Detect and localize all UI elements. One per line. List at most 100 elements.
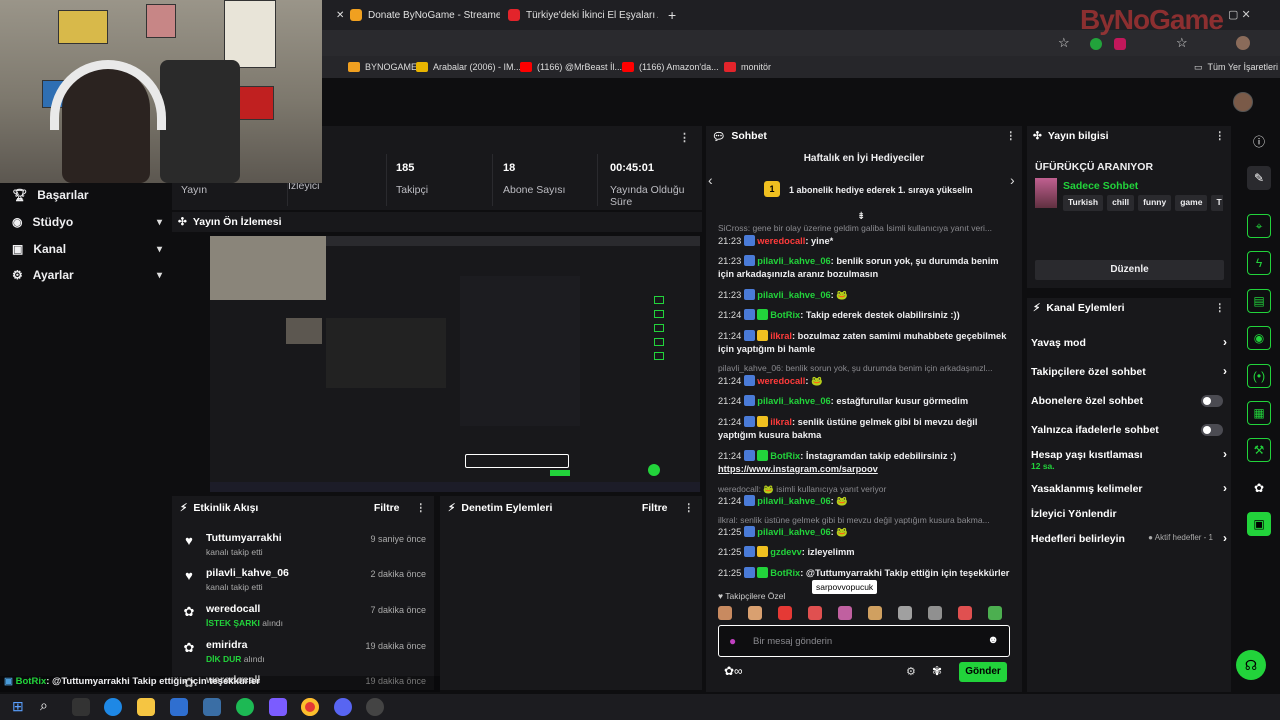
support-headset-icon[interactable]: ☊ [1236,650,1266,680]
note-icon[interactable]: ▤ [1247,289,1271,313]
edit-button[interactable]: Düzenle [1035,260,1224,280]
chat-username[interactable]: BotRix [770,451,800,461]
windows-start-icon[interactable]: ⊞ [12,698,24,715]
emote-icon[interactable] [778,606,792,620]
moderator-icon[interactable]: ▣ [1247,512,1271,536]
chat-username[interactable]: weredocall [757,376,805,386]
stream-tag[interactable]: game [1175,195,1208,211]
emote-icon[interactable] [718,606,732,620]
bookmark-item[interactable]: Arabalar (2006) - IM... [416,56,521,78]
moderation-filter-button[interactable]: Filtre [642,502,668,514]
emote-icon[interactable] [898,606,912,620]
obs-icon[interactable] [366,698,384,716]
pencil-icon[interactable]: ✎ [1247,166,1271,190]
emote-icon[interactable] [838,606,852,620]
stream-tag[interactable]: Turkish [1063,195,1104,211]
more-options-icon[interactable]: ⋮ [416,502,427,514]
channel-action-row[interactable]: Takipçilere özel sohbet › [1031,364,1227,378]
bookmark-item[interactable]: (1166) Amazon'da... [622,56,719,78]
all-bookmarks[interactable]: ▭ Tüm Yer İşaretleri [1194,56,1278,78]
app-icon[interactable] [269,698,287,716]
channel-action-row[interactable]: Abonelere özel sohbet [1031,395,1227,407]
window-controls[interactable]: ▢ ✕ [1228,8,1251,21]
more-options-icon[interactable]: ⋮ [684,502,695,514]
chat-link[interactable]: https://www.instagram.com/sarpoov [718,464,878,474]
chat-username[interactable]: BotRix [770,310,800,320]
channel-action-row[interactable]: Yalnızca ifadelerle sohbet [1031,424,1227,436]
chevron-right-icon[interactable]: › [1010,172,1015,188]
chat-input[interactable]: ● Bir mesaj gönderin ☻ [718,625,1010,657]
profile-avatar[interactable] [1236,36,1250,50]
toggle-switch[interactable] [1201,395,1223,407]
more-options-icon[interactable]: ⋮ [1006,130,1017,142]
emote-icon[interactable] [868,606,882,620]
stream-tag[interactable]: funny [1138,195,1172,211]
sidebar-item-studio[interactable]: ◉ Stüdyo ▾ [12,215,162,229]
activity-filter-button[interactable]: Filtre [374,502,400,514]
chat-username[interactable]: pilavli_kahve_06 [757,396,830,406]
chat-username[interactable]: ilkral [770,331,792,341]
browser-tab-donate[interactable]: Donate ByNoGame - Streamer ✕ [342,4,500,26]
points-infinity-icon[interactable]: ✿∞ [724,664,743,678]
bookmark-item[interactable]: monitör [724,56,771,78]
emote-icon[interactable] [748,606,762,620]
chrome-icon[interactable] [301,698,319,716]
channel-action-row[interactable]: Hesap yaşı kısıtlaması 12 sa. › [1031,447,1227,471]
chat-username[interactable]: pilavli_kahve_06 [757,496,830,506]
emoji-icon[interactable]: ☻ [987,634,999,646]
send-button[interactable]: Gönder [959,662,1007,682]
more-options-icon[interactable]: ⋮ [1215,130,1226,142]
search-icon[interactable]: ⌕ [40,697,48,714]
more-options-icon[interactable]: ⋮ [1215,302,1226,314]
task-view-icon[interactable] [72,698,90,716]
points-icon[interactable]: ✿ [1247,476,1271,500]
stream-tag[interactable]: T [1211,195,1223,211]
spotify-icon[interactable] [236,698,254,716]
chat-username[interactable]: BotRix [770,568,800,578]
browser-tab-letgo[interactable]: Türkiye'deki İkinci El Eşyaları Al ✕ [500,4,658,26]
move-icon[interactable]: ✣ [1033,130,1042,142]
bolt-icon[interactable]: ϟ [1247,251,1271,275]
gift-icon[interactable]: ✾ [932,664,942,678]
discord-icon[interactable] [334,698,352,716]
layout-icon[interactable]: ▦ [1247,401,1271,425]
sidebar-item-channel[interactable]: ▣ Kanal ▾ [12,242,162,256]
file-explorer-icon[interactable] [137,698,155,716]
info-icon[interactable]: ⓘ [1247,129,1271,153]
more-options-icon[interactable]: ⋮ [679,131,690,144]
chevron-left-icon[interactable]: ‹ [708,172,713,188]
wrench-icon[interactable]: ⚒ [1247,438,1271,462]
emote-icon[interactable] [808,606,822,620]
store-icon[interactable] [203,698,221,716]
chat-username[interactable]: ilkral [770,417,792,427]
chat-username[interactable]: gzdevv [770,547,802,557]
chat-bubble-icon[interactable]: ◉ [1247,326,1271,350]
channel-action-row[interactable]: Hedefleri belirleyin ● Aktif hedefler - 1… [1031,531,1227,545]
bookmark-item[interactable]: (1166) @MrBeast İl... [520,56,622,78]
bookmark-item[interactable]: BYNOGAME [348,56,417,78]
microphone-icon[interactable]: ● [729,634,736,648]
chat-username[interactable]: pilavli_kahve_06 [757,256,830,266]
edge-icon[interactable] [104,698,122,716]
gear-icon[interactable]: ⚙ [906,665,916,678]
chat-username[interactable]: pilavli_kahve_06 [757,527,830,537]
pin-icon[interactable]: ⇟ [857,211,865,222]
star-icon[interactable]: ☆ [1058,35,1070,51]
user-avatar[interactable] [1233,92,1253,112]
target-icon[interactable]: ⌖ [1247,214,1271,238]
move-icon[interactable]: ✣ [178,216,187,228]
stream-tag[interactable]: chill [1107,195,1135,211]
sidebar-item-settings[interactable]: ⚙ Ayarlar ▾ [12,268,162,282]
chat-username[interactable]: weredocall [757,236,805,246]
outlook-icon[interactable] [170,698,188,716]
extension-icon[interactable] [1114,38,1126,50]
emote-icon[interactable] [928,606,942,620]
stream-preview[interactable] [210,236,700,492]
sidebar-item-achievements[interactable]: 🏆︎ Başarılar [12,188,162,202]
chat-username[interactable]: pilavli_kahve_06 [757,290,830,300]
broadcast-icon[interactable]: (•) [1247,364,1271,388]
channel-action-row[interactable]: İzleyici Yönlendir [1031,508,1227,520]
extension-icon[interactable] [1090,38,1102,50]
channel-action-row[interactable]: Yavaş mod › [1031,335,1227,349]
channel-action-row[interactable]: Yasaklanmış kelimeler › [1031,481,1227,495]
